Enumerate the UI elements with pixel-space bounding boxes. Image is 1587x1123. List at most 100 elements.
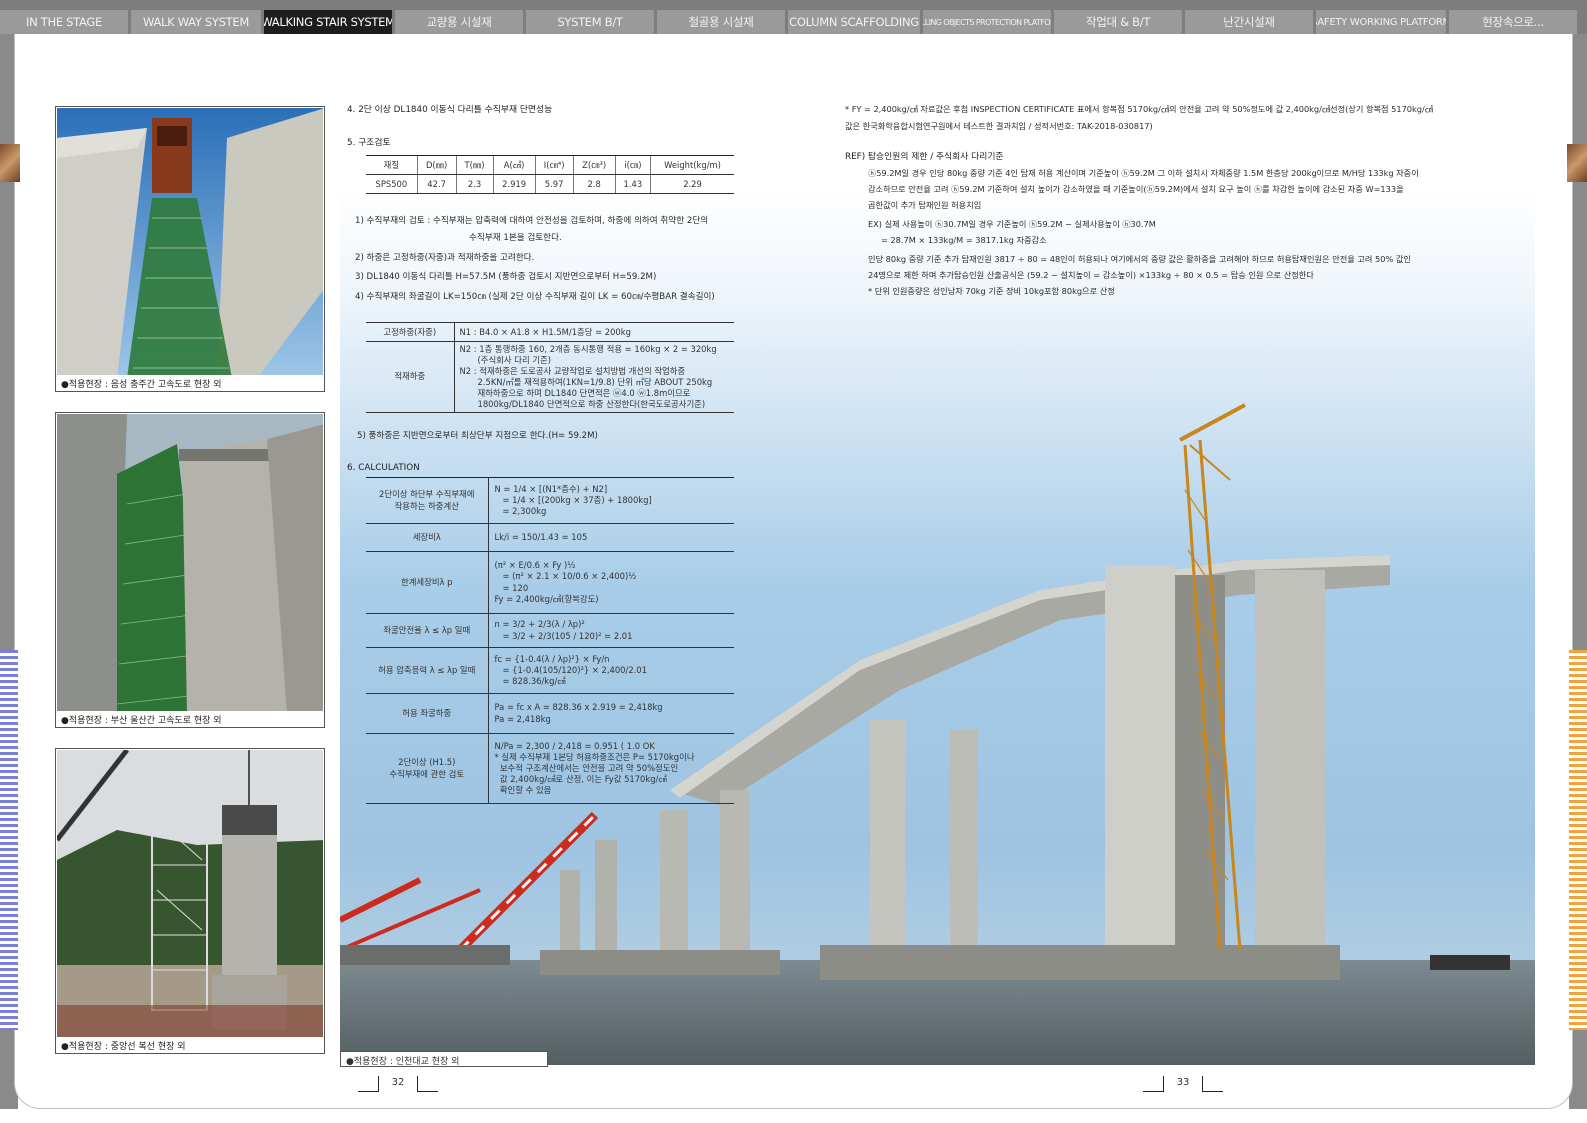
spec-header-cell: D(㎜) [416,155,456,175]
photo-stair-tower-3: ●적용현장 : 중앙선 복선 현장 외 [55,748,325,1054]
page-number-right: 33 [1143,1076,1223,1092]
tab-work-platform-bt[interactable]: 작업대 & B/T [1054,10,1182,34]
person-limit-line-1: 인당 80kg 중량 기준 추가 탑재인원 3817 ÷ 80 = 48인이 허… [868,254,1411,264]
spec-table-row: SPS500 42.7 2.3 2.919 5.97 2.8 1.43 2.29 [366,174,734,194]
tab-bridge-facilities[interactable]: 교량용 시설재 [395,10,523,34]
spec-header-cell: 재질 [366,155,418,175]
calc-label: 한계세장비λ p [366,551,489,614]
photo-caption-3: ●적용현장 : 중앙선 복선 현장 외 [61,1042,186,1052]
spec-table-header-row: 재질 D(㎜) T(㎜) A(㎠) I(㎝⁴) Z(㎝³) i(㎝) Weigh… [366,155,734,175]
tab-railing-facilities[interactable]: 난간시설재 [1185,10,1313,34]
section-5-heading: 5. 구조검토 [347,138,391,148]
section-4-heading: 4. 2단 이상 DL1840 이동식 다리틀 수직부재 단면성능 [347,105,553,115]
tab-safety-working-platform[interactable]: SAFETY WORKING PLATFORM [1316,10,1446,34]
calc-row: 좌굴안전율 λ ≤ λp 일때 n = 3/2 + 2/3(λ / λp)² =… [366,613,734,648]
spec-cell: 2.919 [492,174,536,194]
calc-value: Lk/i = 150/1.43 = 105 [488,523,734,552]
tab-column-scaffolding[interactable]: COLUMN SCAFFOLDING [788,10,920,34]
stair-tower-image-2 [57,414,323,711]
calc-row: 세장비λ Lk/i = 150/1.43 = 105 [366,523,734,552]
spec-cell: SPS500 [366,174,418,194]
review-note-4: 4) 수직부재의 좌굴길이 LK=150㎝ (실제 2단 이상 수직부재 길이 … [355,292,715,302]
load-live-row: 적재하중 N2 : 1층 통행하중 160, 2개층 동시통행 적용 = 160… [366,341,734,413]
load-live-line: 2.5KN/㎡를 재적용하여(1KN=1/9.8) 단위 ㎡당 ABOUT 25… [477,376,713,387]
photo-caption-1: ●적용현장 : 음성 충주간 고속도로 현장 외 [61,380,222,390]
page-number-line [1143,1091,1163,1092]
spec-cell: 2.8 [572,174,616,194]
review-note-2: 2) 하중은 고정하중(자중)과 적재하중을 고려한다. [355,253,535,263]
load-table: 고정하중(자중) N1 : B4.0 × A1.8 × H1.5M/1층당 = … [366,322,734,413]
person-limit-line-3: * 단위 인원중량은 성인남자 70kg 기준 장비 10kg포함 80kg으로… [868,286,1115,296]
photo-caption-4: ●적용현장 : 인천대교 현장 외 [340,1051,548,1067]
calc-value: Pa = fc x A = 828.36 x 2.919 = 2,418kg Pa… [488,693,734,734]
tab-in-the-stage[interactable]: IN THE STAGE [0,10,128,34]
calc-row: 허용 좌굴하중 Pa = fc x A = 828.36 x 2.919 = 2… [366,693,734,734]
calc-value: fc = {1-0.4(λ / λp)²} × Fy/n = {1-0.4(10… [488,647,734,694]
load-live-line: 1800kg/DL1840 단면적으로 하중 산정한다(한국도로공사기준) [477,398,706,409]
left-stripe-decoration [0,650,18,1030]
page-number-left: 32 [358,1076,438,1092]
calc-row: 2단이상 (H1.5) 수직부재에 관한 검토 N/Pa = 2,300 / 2… [366,733,734,804]
tab-falling-objects-protection[interactable]: FALLING OBJECTS PROTECTION PLATFORM [923,10,1051,34]
wind-load-note: 5) 풍하중은 지반면으로부터 최상단부 지점으로 한다.(H= 59.2M) [357,431,598,441]
review-note-3: 3) DL1840 이동식 다리틀 H=57.5M (풍하중 검토시 지반면으로… [355,272,657,282]
review-note-1-cont: 수직부재 1본을 검토한다. [469,233,562,243]
calc-value: N/Pa = 2,300 / 2,418 = 0.951 ( 1.0 OK * … [488,733,734,804]
spec-header-cell: Weight(kg/m) [650,155,734,175]
photo-stair-tower-2: ●적용현장 : 부산 울산간 고속도로 현장 외 [55,412,325,728]
spec-cell: 2.3 [455,174,494,194]
spec-header-cell: T(㎜) [455,155,494,175]
calc-row: 허용 압축응력 λ ≤ λp 일때 fc = {1-0.4(λ / λp)²} … [366,647,734,694]
spec-header-cell: A(㎠) [492,155,536,175]
ref-line-2: 감소하므로 안전율 고려 ⓗ59.2M 기준하여 설치 높이가 감소하였을 때 … [868,184,1404,194]
load-fixed-label: 고정하중(자중) [366,322,455,342]
example-line-2: = 28.7M × 133kg/M = 3817.1kg 자중감소 [868,235,1047,245]
tab-steel-facilities[interactable]: 철골용 시설재 [657,10,785,34]
photo-stair-tower-1: ●적용현장 : 음성 충주간 고속도로 현장 외 [55,106,325,392]
example-line-1: EX) 실제 사용높이 ⓗ30.7M일 경우 기준높이 ⓗ59.2M − 실제사… [868,219,1156,229]
calc-value: n = 3/2 + 2/3(λ / λp)² = 3/2 + 2/3(105 /… [488,613,734,648]
tab-system-bt[interactable]: SYSTEM B/T [526,10,654,34]
calc-label: 허용 좌굴하중 [366,693,489,734]
calc-label: 좌굴안전율 λ ≤ λp 일때 [366,613,489,648]
section-tab-bar: IN THE STAGE WALK WAY SYSTEM WALKING STA… [0,0,1587,34]
load-live-label: 적재하중 [366,341,455,413]
calc-label: 2단이상 (H1.5) 수직부재에 관한 검토 [366,733,489,804]
stair-tower-image-3 [57,750,323,1037]
calc-label: 세장비λ [366,523,489,552]
load-fixed-row: 고정하중(자중) N1 : B4.0 × A1.8 × H1.5M/1층당 = … [366,322,734,342]
spec-header-cell: Z(㎝³) [572,155,616,175]
calc-row: 한계세장비λ p (π² × E/0.6 × Fy )½ = (π² × 2.1… [366,551,734,614]
page-number-line [1203,1091,1223,1092]
calculation-table: 2단이상 하단부 수직부재에 작용하는 하중계산 N = 1/4 × [(N1*… [366,477,734,804]
fy-note-line-1: * FY = 2,400kg/㎠ 자료값은 후첨 INSPECTION CERT… [845,104,1433,114]
stair-tower-image-1 [57,108,323,375]
tab-walk-way-system[interactable]: WALK WAY SYSTEM [131,10,261,34]
calc-value: N = 1/4 × [(N1*층수) + N2] = 1/4 × [(200kg… [488,477,734,524]
load-live-value: N2 : 1층 통행하중 160, 2개층 동시통행 적용 = 160kg × … [454,341,734,413]
review-note-1: 1) 수직부재의 검토 : 수직부재는 압축력에 대하여 안전성을 검토하며, … [355,216,709,226]
ref-line-1: ⓗ59.2M일 경우 인당 80kg 중량 기준 4인 탑재 허용 계산이며 기… [868,168,1419,178]
page-number-line [358,1091,378,1092]
load-live-line: N2 : 1층 통행하중 160, 2개층 동시통행 적용 = 160kg × … [459,344,717,354]
photo-caption-2: ●적용현장 : 부산 울산간 고속도로 현장 외 [61,716,222,726]
spec-cell: 42.7 [416,174,456,194]
section-6-heading: 6. CALCULATION [347,463,420,473]
spec-header-cell: i(㎝) [614,155,651,175]
calc-label: 허용 압축응력 λ ≤ λp 일때 [366,647,489,694]
tab-into-the-site[interactable]: 현장속으로... [1449,10,1577,34]
load-fixed-value: N1 : B4.0 × A1.8 × H1.5M/1층당 = 200kg [454,322,734,342]
calc-row: 2단이상 하단부 수직부재에 작용하는 하중계산 N = 1/4 × [(N1*… [366,477,734,524]
spec-cell: 2.29 [650,174,734,194]
ref-heading: REF) 탑승인원의 제한 / 주식회사 다리기준 [845,152,1004,162]
spec-cell: 1.43 [614,174,651,194]
right-ornament [1567,144,1587,182]
calc-value: (π² × E/0.6 × Fy )½ = (π² × 2.1 × 10/0.6… [488,551,734,614]
person-limit-line-2: 24명으로 제한 하며 추가탑승인원 산출공식은 (59.2 − 설치높이 = … [868,270,1314,280]
page-number-line [418,1091,438,1092]
load-live-line: N2 : 적재하중은 도로공사 교량작업로 설치방법 개선의 작업하중 [459,365,686,376]
spec-cell: 5.97 [534,174,574,194]
load-live-line: 재하하중으로 하며 DL1840 단면적은 ⓦ4.0 ⓦ1.8m이므로 [477,387,691,398]
tab-walking-stair-system[interactable]: WALKING STAIR SYSTEM [264,10,392,34]
fy-note-line-2: 값은 한국화학융합시험연구원에서 테스트한 결과치임 / 성적서번호: TAK-… [845,121,1153,131]
